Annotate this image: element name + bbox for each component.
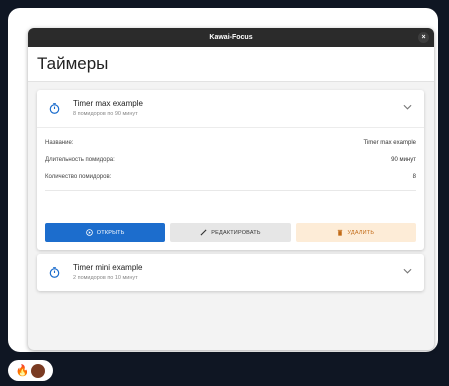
timer-panel-collapsed[interactable]: Timer mini example 2 помидоров по 10 мин… — [37, 254, 424, 291]
page-header: Таймеры — [28, 47, 434, 82]
timer-icon — [49, 103, 60, 114]
timer-panel-expanded: Timer max example 8 помидоров по 90 мину… — [37, 90, 424, 250]
window-title: Kawai-Focus — [209, 34, 253, 41]
detail-label: Название: — [45, 140, 74, 146]
delete-label: УДАЛИТЬ — [347, 229, 375, 236]
edit-label: РЕДАКТИРОВАТЬ — [211, 229, 261, 236]
timer-summary: 2 помидоров по 10 минут — [73, 275, 138, 281]
open-button[interactable]: ОТКРЫТЬ — [45, 223, 166, 242]
delete-button[interactable]: УДАЛИТЬ — [295, 223, 416, 242]
detail-label: Количество помидоров: — [45, 174, 112, 180]
title-bar: Kawai-Focus × — [28, 28, 434, 47]
detail-row-duration: Длительность помидора: 90 минут — [37, 151, 424, 168]
post-card: Kawai-Focus × Таймеры Timer max example … — [8, 8, 438, 352]
chevron-down-icon[interactable] — [403, 104, 412, 110]
timer-details: Название: Timer max example Длительность… — [37, 127, 424, 191]
timer-summary: 8 помидоров по 90 минут — [73, 111, 138, 117]
open-label: ОТКРЫТЬ — [96, 229, 125, 236]
close-icon: × — [421, 34, 426, 41]
reactions-bar[interactable]: 🔥 — [8, 360, 53, 381]
detail-value: 90 минут — [391, 157, 416, 163]
pencil-icon — [200, 229, 207, 236]
timer-header[interactable]: Timer mini example 2 помидоров по 10 мин… — [37, 254, 424, 291]
detail-row-count: Количество помидоров: 8 — [37, 168, 424, 185]
fire-reaction-icon[interactable]: 🔥 — [16, 364, 30, 377]
timer-name: Timer mini example — [73, 263, 143, 272]
timer-actions: ОТКРЫТЬ РЕДАКТИРОВАТЬ УДАЛИТЬ — [45, 223, 416, 242]
timer-name: Timer max example — [73, 99, 143, 108]
page-title: Таймеры — [37, 54, 109, 73]
detail-label: Длительность помидора: — [45, 157, 115, 163]
detail-value: Timer max example — [363, 140, 416, 146]
divider — [45, 190, 416, 191]
detail-row-name: Название: Timer max example — [37, 134, 424, 151]
trash-icon — [338, 229, 343, 236]
timer-icon — [49, 267, 60, 278]
close-button[interactable]: × — [418, 32, 429, 43]
app-window: Kawai-Focus × Таймеры Timer max example … — [28, 28, 434, 350]
play-circle-icon — [86, 229, 93, 236]
timer-header[interactable]: Timer max example 8 помидоров по 90 мину… — [37, 90, 424, 127]
avatar — [31, 363, 46, 378]
chevron-down-icon[interactable] — [403, 268, 412, 274]
edit-button[interactable]: РЕДАКТИРОВАТЬ — [170, 223, 291, 242]
detail-value: 8 — [412, 174, 416, 180]
